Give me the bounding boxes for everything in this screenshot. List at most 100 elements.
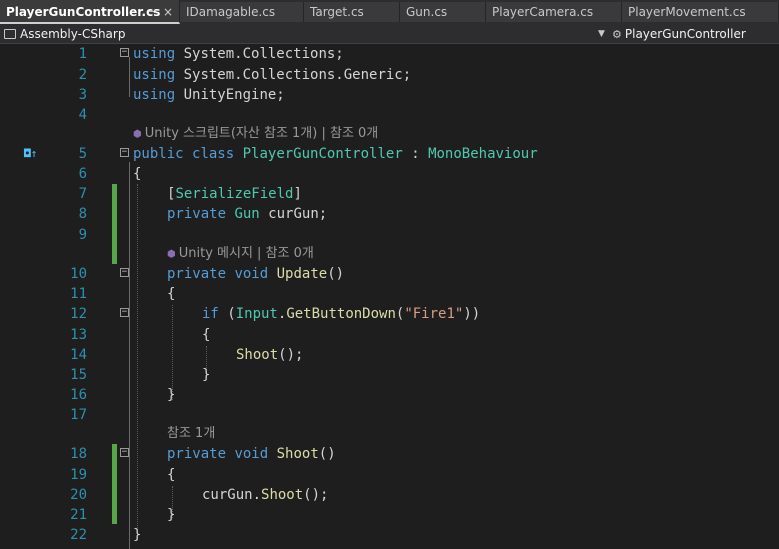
line-number: 20: [70, 487, 87, 503]
code-line: 22 }: [0, 525, 779, 545]
code-line: 12 − if (Input.GetButtonDown("Fire1")): [0, 304, 779, 324]
code-line: 13 {: [0, 325, 779, 345]
code-line: 9: [0, 225, 779, 245]
tab-strip: PlayerGunController.cs ⊸ × IDamagable.cs…: [0, 0, 779, 24]
line-number: 13: [70, 327, 87, 343]
code-line: 20 curGun.Shoot();: [0, 485, 779, 505]
collapse-icon[interactable]: −: [120, 448, 129, 457]
code-line: 18 − private void Shoot(): [0, 444, 779, 464]
line-number: 15: [70, 367, 87, 383]
line-number: 22: [70, 527, 87, 543]
tab-player-gun-controller[interactable]: PlayerGunController.cs ⊸ ×: [0, 0, 180, 24]
code-text: }: [167, 387, 176, 403]
code-line: 2 using System.Collections.Generic;: [0, 65, 779, 85]
project-label: Assembly-CSharp: [20, 27, 126, 41]
line-number: 19: [70, 467, 87, 483]
collapse-icon[interactable]: −: [120, 148, 129, 157]
code-text: curGun.Shoot();: [202, 487, 329, 503]
collapse-icon[interactable]: −: [120, 308, 129, 317]
tab-label: PlayerMovement.cs: [628, 5, 746, 19]
code-text: {: [167, 467, 176, 483]
line-number: 11: [70, 286, 87, 302]
tab-target[interactable]: Target.cs: [304, 2, 400, 22]
tab-label: Gun.cs: [406, 5, 448, 19]
tab-gun[interactable]: Gun.cs: [400, 2, 486, 22]
tab-player-camera[interactable]: PlayerCamera.cs: [486, 2, 622, 22]
line-number: 16: [70, 387, 87, 403]
unity-cube-icon: ⬢: [133, 129, 142, 140]
codelens-text[interactable]: ⬢ Unity 스크립트(자산 참조 1개) | 참조 0개: [133, 124, 378, 145]
code-line: 15 }: [0, 365, 779, 385]
code-text: using System.Collections;: [133, 46, 344, 62]
code-line: 3 using UnityEngine;: [0, 85, 779, 105]
collapse-icon[interactable]: −: [120, 268, 129, 277]
code-line: 21 }: [0, 505, 779, 525]
line-number: 1: [78, 46, 87, 62]
code-text: if (Input.GetButtonDown("Fire1")): [202, 306, 481, 322]
code-text: private void Shoot(): [167, 446, 336, 462]
code-line: 8 private Gun curGun;: [0, 204, 779, 224]
code-line: 4: [0, 105, 779, 125]
collapse-icon[interactable]: −: [120, 48, 129, 57]
code-line: 19 {: [0, 465, 779, 485]
code-text: {: [202, 327, 211, 343]
code-text: }: [167, 507, 176, 523]
code-line: 1 − using System.Collections;: [0, 44, 779, 64]
codelens-text[interactable]: ⬢ Unity 메시지 | 참조 0개: [167, 244, 314, 265]
tab-player-movement[interactable]: PlayerMovement.cs: [622, 2, 779, 22]
tab-label: Target.cs: [310, 5, 364, 19]
implemented-override-icon[interactable]: ◘↑: [24, 144, 37, 164]
line-number: 7: [78, 186, 87, 202]
codelens: ⬢ Unity 스크립트(자산 참조 1개) | 참조 0개: [0, 124, 779, 144]
line-number: 17: [70, 407, 87, 423]
code-line: 11 {: [0, 284, 779, 304]
code-editor[interactable]: 1 − using System.Collections; 2 using Sy…: [0, 44, 779, 549]
tab-label: PlayerGunController.cs: [6, 5, 161, 19]
code-text: }: [202, 367, 211, 383]
line-number: 2: [78, 67, 87, 83]
code-text: {: [167, 286, 176, 302]
line-number: 8: [78, 206, 87, 222]
code-line: 14 Shoot();: [0, 345, 779, 365]
codelens: ⬢ Unity 메시지 | 참조 0개: [0, 244, 779, 264]
code-line: 16 }: [0, 385, 779, 405]
code-text: using System.Collections.Generic;: [133, 67, 412, 83]
tab-label: PlayerCamera.cs: [492, 5, 594, 19]
line-number: 18: [70, 446, 87, 462]
class-member-label: PlayerGunController: [624, 27, 746, 41]
project-dropdown[interactable]: Assembly-CSharp: [4, 24, 125, 44]
code-text: Shoot();: [236, 347, 304, 363]
project-icon: [4, 29, 16, 39]
class-member-dropdown[interactable]: ⚙ PlayerGunController: [612, 24, 746, 45]
tab-label: IDamagable.cs: [186, 5, 276, 19]
line-number: 10: [70, 266, 87, 282]
code-line: ◘↑ 5 − public class PlayerGunController …: [0, 144, 779, 164]
code-text: private void Update(): [167, 266, 345, 282]
code-line: 17: [0, 405, 779, 425]
code-text: public class PlayerGunController : MonoB…: [133, 146, 538, 162]
unity-cube-icon: ⬢: [167, 249, 176, 260]
line-number: 4: [78, 107, 87, 123]
tab-idamagable[interactable]: IDamagable.cs: [180, 2, 304, 22]
code-line: 6 {: [0, 164, 779, 184]
codelens: 참조 1개: [0, 424, 779, 444]
line-number: 6: [78, 166, 87, 182]
code-text: [SerializeField]: [167, 186, 302, 202]
code-text: private Gun curGun;: [167, 206, 328, 222]
line-number: 3: [78, 87, 87, 103]
class-icon: ⚙: [612, 28, 622, 41]
chevron-down-icon[interactable]: ▼: [598, 24, 605, 44]
navigation-bar: Assembly-CSharp ▼ ⚙ PlayerGunController: [0, 24, 779, 44]
code-line: 7 [SerializeField]: [0, 184, 779, 204]
line-number: 9: [78, 227, 87, 243]
code-text: }: [133, 527, 142, 543]
line-number: 5: [78, 146, 87, 162]
pin-icon[interactable]: ⊸: [148, 0, 157, 22]
line-number: 21: [70, 507, 87, 523]
code-line: 10 − private void Update(): [0, 264, 779, 284]
line-number: 12: [70, 306, 87, 322]
codelens-text[interactable]: 참조 1개: [167, 424, 215, 444]
code-text: {: [133, 166, 142, 182]
line-number: 14: [70, 347, 87, 363]
close-icon[interactable]: ×: [163, 0, 173, 22]
